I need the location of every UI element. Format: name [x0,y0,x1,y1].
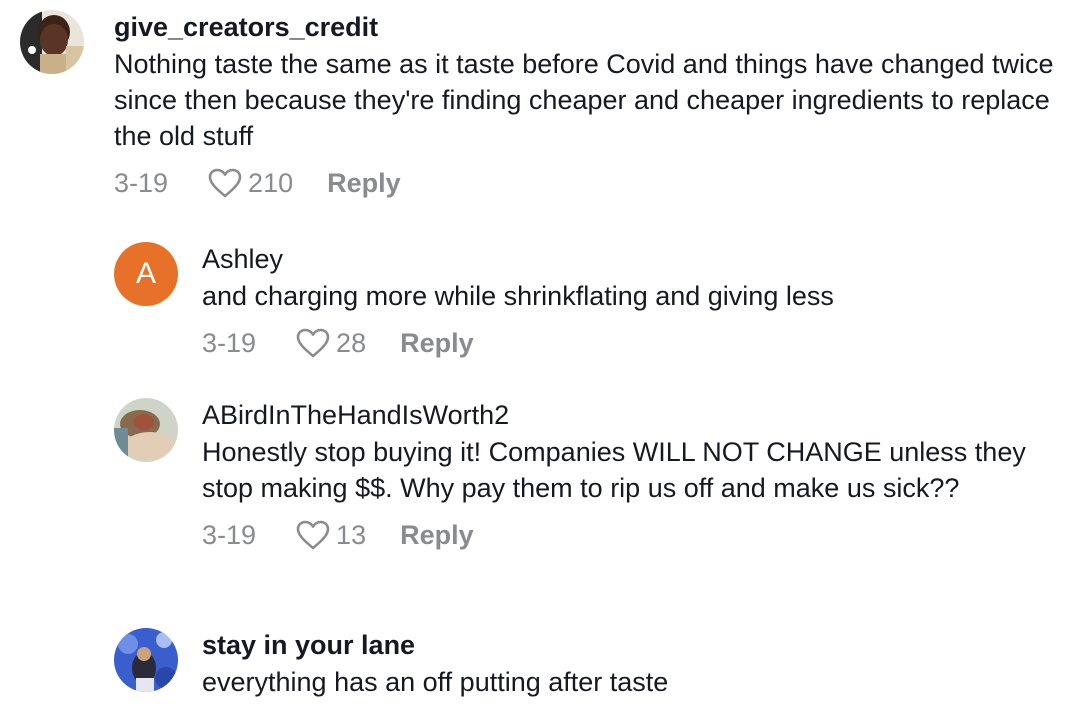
avatar[interactable] [114,398,178,462]
comment-date: 3-19 [202,520,257,550]
heart-outline-icon [296,520,330,550]
avatar[interactable]: A [114,242,178,306]
like-button[interactable]: 13 [296,518,366,552]
comment-text: and charging more while shrinkflating an… [202,281,834,311]
reply-button[interactable]: Reply [327,166,401,200]
comment-body: ABirdInTheHandIsWorth2 Honestly stop buy… [202,398,1052,552]
comment-body: give_creators_credit Nothing taste the s… [114,10,1054,200]
like-count: 28 [336,328,367,358]
heart-outline-icon [208,168,242,198]
reply-button[interactable]: Reply [400,518,474,552]
like-count: 13 [336,520,367,550]
reply-button[interactable]: Reply [400,326,474,360]
comment-text: Honestly stop buying it! Companies WILL … [202,437,1026,503]
avatar[interactable] [20,10,84,74]
like-button[interactable]: 28 [296,326,366,360]
comment-text: everything has an off putting after tast… [202,667,669,697]
comment-text: Nothing taste the same as it taste befor… [114,49,1054,151]
comment-username[interactable]: ABirdInTheHandIsWorth2 [202,398,1052,432]
like-count: 210 [248,168,294,198]
comment-username[interactable]: stay in your lane [202,628,1052,662]
comment-body: stay in your lane everything has an off … [202,628,1052,700]
comment-body: Ashley and charging more while shrinkfla… [202,242,1052,360]
avatar-letter: A [135,257,156,290]
comment-meta: 3-19 210 Reply [114,166,1054,200]
comment-date: 3-19 [114,168,169,198]
heart-outline-icon [296,328,330,358]
comment-username[interactable]: Ashley [202,242,1052,276]
comment-meta: 3-19 13 Reply [202,518,1052,552]
avatar[interactable] [114,628,178,692]
like-button[interactable]: 210 [208,166,293,200]
comment-meta: 3-19 28 Reply [202,326,1052,360]
comment-username[interactable]: give_creators_credit [114,10,1054,44]
comment-date: 3-19 [202,328,257,358]
